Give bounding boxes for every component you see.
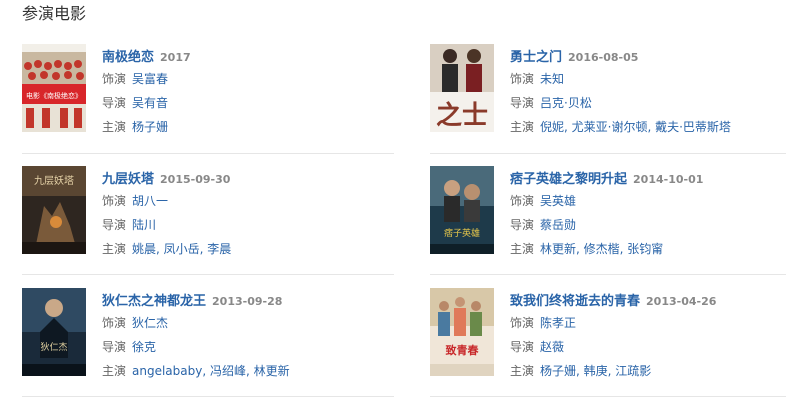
poster-image: 痞子英雄 (430, 166, 494, 254)
row-divider (430, 153, 786, 154)
movie-card: 致青春 致我们终将逝去的青春 2013-04-26 饰演 陈孝正 导演 赵薇 主演 杨子… (430, 288, 786, 378)
poster-caption: 之士 (436, 100, 488, 131)
cast-label: 主演 (102, 120, 127, 134)
role-label: 饰演 (102, 194, 127, 208)
movie-poster[interactable]: 痞子英雄 (430, 166, 494, 254)
role-value[interactable]: 狄仁杰 (132, 316, 168, 330)
section-title: 参演电影 (22, 4, 87, 23)
cast-links[interactable]: 林更新, 修杰楷, 张钧甯 (540, 242, 663, 256)
director-label: 导演 (102, 218, 127, 232)
poster-caption: 狄仁杰 (40, 341, 67, 353)
movie-poster[interactable]: 电影《南极绝恋》 (22, 44, 86, 132)
role-label: 饰演 (510, 316, 535, 330)
role-value[interactable]: 未知 (540, 72, 564, 86)
poster-image: 之士 (430, 44, 494, 132)
row-divider (430, 396, 786, 397)
movie-card: 之士 勇士之门 2016-08-05 饰演 未知 导演 吕克·贝松 主演 倪妮, 尤莱亚… (430, 44, 786, 134)
role-label: 饰演 (102, 72, 127, 86)
row-divider (22, 153, 394, 154)
director-label: 导演 (510, 340, 535, 354)
movie-title-link[interactable]: 南极绝恋 (102, 50, 154, 65)
movie-title-link[interactable]: 狄仁杰之神都龙王 (102, 294, 206, 309)
movie-release-date: 2016-08-05 (568, 51, 639, 64)
poster-caption: 痞子英雄 (444, 227, 480, 239)
movie-info: 九层妖塔 2015-09-30 饰演 胡八一 导演 陆川 主演 姚晨, 凤小岳, 李晨 (102, 168, 402, 260)
movie-release-date: 2013-04-26 (646, 295, 717, 308)
movie-card: 痞子英雄 痞子英雄之黎明升起 2014-10-01 饰演 吴英雄 导演 蔡岳勋 主演林… (430, 166, 786, 256)
poster-image: 狄仁杰 (22, 288, 86, 376)
movie-info: 南极绝恋 2017 饰演 吴富春 导演 吴有音 主演 杨子姗 (102, 46, 402, 138)
cast-label: 主演 (510, 242, 535, 256)
cast-links[interactable]: angelababy, 冯绍峰, 林更新 (132, 364, 290, 378)
poster-image: 九层妖塔 (22, 166, 86, 254)
director-link[interactable]: 陆川 (132, 218, 156, 232)
role-value[interactable]: 吴英雄 (540, 194, 576, 208)
director-link[interactable]: 吴有音 (132, 96, 168, 110)
poster-image: 电影《南极绝恋》 (22, 44, 86, 132)
poster-caption: 电影《南极绝恋》 (26, 91, 82, 100)
movie-info: 致我们终将逝去的青春 2013-04-26 饰演 陈孝正 导演 赵薇 主演 杨子姗, 韩… (510, 290, 786, 382)
movie-poster[interactable]: 之士 (430, 44, 494, 132)
row-divider (430, 274, 786, 275)
movie-release-date: 2017 (160, 51, 191, 64)
director-link[interactable]: 赵薇 (540, 340, 564, 354)
movie-title-link[interactable]: 勇士之门 (510, 50, 562, 65)
role-label: 饰演 (510, 194, 535, 208)
movie-info: 痞子英雄之黎明升起 2014-10-01 饰演 吴英雄 导演 蔡岳勋 主演 林更新, 修… (510, 168, 786, 260)
director-link[interactable]: 蔡岳勋 (540, 218, 576, 232)
movie-poster[interactable]: 致青春 (430, 288, 494, 376)
row-divider (22, 396, 394, 397)
poster-caption: 九层妖塔 (34, 174, 74, 187)
row-divider (22, 274, 394, 275)
movie-card: 狄仁杰 狄仁杰之神都龙王 2013-09-28 饰演 狄仁杰 导演 徐克 主演 ange… (22, 288, 392, 378)
director-link[interactable]: 徐克 (132, 340, 156, 354)
movie-info: 狄仁杰之神都龙王 2013-09-28 饰演 狄仁杰 导演 徐克 主演 angelaba… (102, 290, 402, 382)
movie-card: 九层妖塔 九层妖塔 2015-09-30 饰演 胡八一 导演 陆川 主演 姚晨, 凤小岳… (22, 166, 392, 256)
role-label: 饰演 (102, 316, 127, 330)
cast-label: 主演 (102, 364, 127, 378)
cast-links[interactable]: 倪妮, 尤莱亚·谢尔顿, 戴夫·巴蒂斯塔 (540, 120, 731, 134)
cast-label: 主演 (102, 242, 127, 256)
poster-caption: 致青春 (446, 343, 480, 357)
cast-links[interactable]: 杨子姗 (132, 120, 168, 134)
cast-links[interactable]: 杨子姗, 韩庚, 江疏影 (540, 364, 651, 378)
role-value[interactable]: 陈孝正 (540, 316, 576, 330)
movie-release-date: 2013-09-28 (212, 295, 283, 308)
role-label: 饰演 (510, 72, 535, 86)
movie-poster[interactable]: 狄仁杰 (22, 288, 86, 376)
movie-title-link[interactable]: 致我们终将逝去的青春 (510, 294, 640, 309)
director-label: 导演 (102, 340, 127, 354)
director-link[interactable]: 吕克·贝松 (540, 96, 592, 110)
director-label: 导演 (510, 218, 535, 232)
poster-image: 致青春 (430, 288, 494, 376)
director-label: 导演 (102, 96, 127, 110)
movie-release-date: 2014-10-01 (633, 173, 704, 186)
movie-release-date: 2015-09-30 (160, 173, 231, 186)
movie-title-link[interactable]: 九层妖塔 (102, 172, 154, 187)
movie-poster[interactable]: 九层妖塔 (22, 166, 86, 254)
role-value[interactable]: 胡八一 (132, 194, 168, 208)
director-label: 导演 (510, 96, 535, 110)
movie-info: 勇士之门 2016-08-05 饰演 未知 导演 吕克·贝松 主演 倪妮, 尤莱亚·谢尔… (510, 46, 786, 138)
movie-title-link[interactable]: 痞子英雄之黎明升起 (510, 172, 627, 187)
movie-card: 电影《南极绝恋》 南极绝恋 2017 饰演 吴富春 导演 吴有音 主演 杨子姗 (22, 44, 392, 134)
cast-label: 主演 (510, 364, 535, 378)
cast-label: 主演 (510, 120, 535, 134)
role-value[interactable]: 吴富春 (132, 72, 168, 86)
cast-links[interactable]: 姚晨, 凤小岳, 李晨 (132, 242, 231, 256)
